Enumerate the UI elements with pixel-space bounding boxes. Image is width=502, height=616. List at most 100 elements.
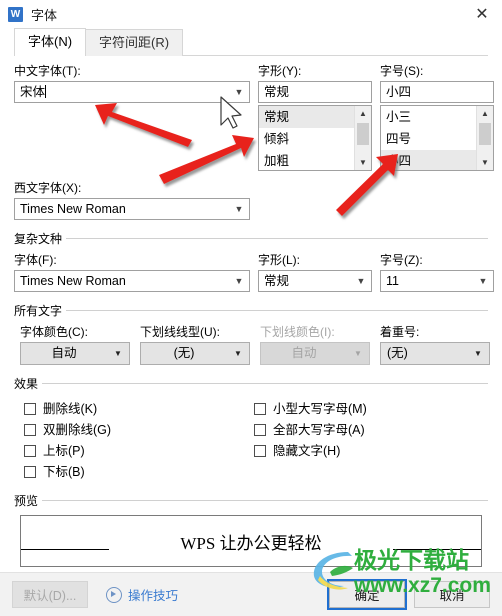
chinese-font-combo[interactable]: 宋体 ▼ — [14, 81, 250, 103]
title-bar: W 字体 ✕ — [0, 0, 502, 28]
checkbox-label: 隐藏文字(H) — [273, 443, 341, 458]
chevron-down-icon: ▼ — [234, 87, 244, 97]
all-text-group-header: 所有文字 — [14, 302, 488, 319]
close-icon[interactable]: ✕ — [462, 0, 502, 28]
cancel-button[interactable]: 取消 — [414, 581, 490, 608]
chevron-down-icon: ▼ — [114, 349, 122, 358]
chevron-down-icon: ▼ — [234, 204, 244, 214]
western-font-value: Times New Roman — [20, 202, 126, 216]
checkbox-label: 上标(P) — [43, 443, 85, 458]
underline-style-dropdown[interactable]: (无) ▼ — [140, 342, 250, 365]
checkbox-label: 全部大写字母(A) — [273, 422, 365, 437]
operation-tips-link[interactable]: 操作技巧 — [106, 585, 178, 604]
checkbox-box[interactable] — [254, 423, 266, 436]
underline-color-value: 自动 — [291, 346, 317, 360]
window-title: 字体 — [31, 7, 58, 23]
font-color-dropdown[interactable]: 自动 ▼ — [20, 342, 130, 365]
underline-style-value: (无) — [173, 346, 195, 360]
font-preview-box: WPS 让办公更轻松 — [20, 515, 482, 567]
all-text-group-label: 所有文字 — [14, 304, 63, 318]
group-divider — [42, 383, 488, 384]
checkbox-box[interactable] — [254, 402, 266, 415]
checkbox-hidden-text[interactable]: 隐藏文字(H) — [254, 440, 484, 461]
tab-font[interactable]: 字体(N) — [14, 28, 87, 56]
font-style-input[interactable]: 常规 — [258, 81, 372, 103]
scrollbar-thumb[interactable] — [479, 123, 491, 145]
checkbox-all-caps[interactable]: 全部大写字母(A) — [254, 419, 484, 440]
chevron-down-icon: ▼ — [234, 276, 244, 286]
cs-font-combo[interactable]: Times New Roman ▼ — [14, 270, 250, 292]
list-item[interactable]: 加粗 — [259, 150, 354, 170]
font-size-list[interactable]: 小三 四号 小四 ▲ ▼ — [380, 105, 494, 171]
text-caret — [45, 85, 47, 98]
preview-sample-text: WPS 让办公更轻松 — [180, 534, 322, 553]
group-divider — [42, 500, 488, 501]
font-style-list[interactable]: 常规 倾斜 加粗 ▲ ▼ — [258, 105, 372, 171]
font-color-value: 自动 — [51, 346, 77, 360]
checkbox-label: 双删除线(G) — [43, 422, 112, 437]
cs-size-combo[interactable]: 11 ▼ — [380, 270, 494, 292]
checkbox-subscript[interactable]: 下标(B) — [24, 461, 254, 482]
checkbox-strikethrough[interactable]: 删除线(K) — [24, 398, 254, 419]
font-size-input[interactable]: 小四 — [380, 81, 494, 103]
checkbox-label: 小型大写字母(M) — [273, 401, 367, 416]
dialog-body: 中文字体(T): 宋体 ▼ 字形(Y): 常规 常规 倾斜 加粗 ▲ ▼ 字号(… — [0, 64, 502, 589]
scroll-up-icon[interactable]: ▲ — [355, 106, 371, 121]
chevron-down-icon: ▼ — [356, 276, 366, 286]
wps-app-icon: W — [8, 6, 23, 22]
checkbox-box[interactable] — [254, 444, 266, 457]
group-divider — [66, 238, 488, 239]
cs-style-value: 常规 — [264, 274, 290, 288]
list-item[interactable]: 小四 — [381, 150, 476, 170]
list-item[interactable]: 倾斜 — [259, 128, 354, 150]
list-item[interactable]: 常规 — [259, 106, 354, 128]
tab-strip: 字体(N) 字符间距(R) — [0, 28, 502, 56]
cs-style-combo[interactable]: 常规 ▼ — [258, 270, 372, 292]
cs-style-label: 字形(L): — [258, 253, 301, 267]
cs-size-label: 字号(Z): — [380, 253, 423, 267]
checkbox-box[interactable] — [24, 402, 36, 415]
emphasis-mark-value: (无) — [387, 346, 408, 360]
group-divider — [66, 310, 488, 311]
checkbox-box[interactable] — [24, 465, 36, 478]
western-font-label: 西文字体(X): — [14, 181, 82, 195]
checkbox-superscript[interactable]: 上标(P) — [24, 440, 254, 461]
tab-character-spacing[interactable]: 字符间距(R) — [85, 29, 184, 56]
checkbox-box[interactable] — [24, 423, 36, 436]
scroll-down-icon[interactable]: ▼ — [477, 155, 493, 170]
ok-button[interactable]: 确定 — [327, 579, 407, 610]
cs-font-value: Times New Roman — [20, 274, 126, 288]
complex-script-group-header: 复杂文种 — [14, 230, 488, 247]
chevron-down-icon: ▼ — [478, 276, 488, 286]
font-style-label: 字形(Y): — [258, 64, 302, 78]
effects-group-label: 效果 — [14, 377, 39, 391]
list-item[interactable]: 小三 — [381, 106, 476, 128]
scrollbar-thumb[interactable] — [357, 123, 369, 145]
checkbox-label: 删除线(K) — [43, 401, 98, 416]
scroll-down-icon[interactable]: ▼ — [355, 155, 371, 170]
preview-group-label: 预览 — [14, 494, 39, 508]
chinese-font-value: 宋体 — [20, 85, 46, 99]
underline-color-label: 下划线颜色(I): — [260, 325, 335, 339]
emphasis-mark-label: 着重号: — [380, 325, 420, 339]
checkbox-small-caps[interactable]: 小型大写字母(M) — [254, 398, 484, 419]
operation-tips-label: 操作技巧 — [128, 589, 179, 603]
dialog-footer: 默认(D)... 操作技巧 确定 取消 — [0, 572, 502, 616]
emphasis-mark-dropdown[interactable]: (无) ▼ — [380, 342, 490, 365]
scroll-up-icon[interactable]: ▲ — [477, 106, 493, 121]
chevron-down-icon: ▼ — [234, 349, 242, 358]
preview-group-header: 预览 — [14, 492, 488, 509]
font-style-scrollbar[interactable]: ▲ ▼ — [354, 106, 371, 170]
chevron-down-icon: ▼ — [354, 349, 362, 358]
western-font-combo[interactable]: Times New Roman ▼ — [14, 198, 250, 220]
complex-script-group-label: 复杂文种 — [14, 232, 63, 246]
list-item[interactable]: 四号 — [381, 128, 476, 150]
font-size-scrollbar[interactable]: ▲ ▼ — [476, 106, 493, 170]
checkbox-box[interactable] — [24, 444, 36, 457]
chinese-font-label: 中文字体(T): — [14, 64, 81, 78]
checkbox-double-strikethrough[interactable]: 双删除线(G) — [24, 419, 254, 440]
cs-font-label: 字体(F): — [14, 253, 57, 267]
font-color-label: 字体颜色(C): — [20, 325, 88, 339]
play-circle-icon — [106, 586, 122, 603]
underline-color-dropdown: 自动 ▼ — [260, 342, 370, 365]
